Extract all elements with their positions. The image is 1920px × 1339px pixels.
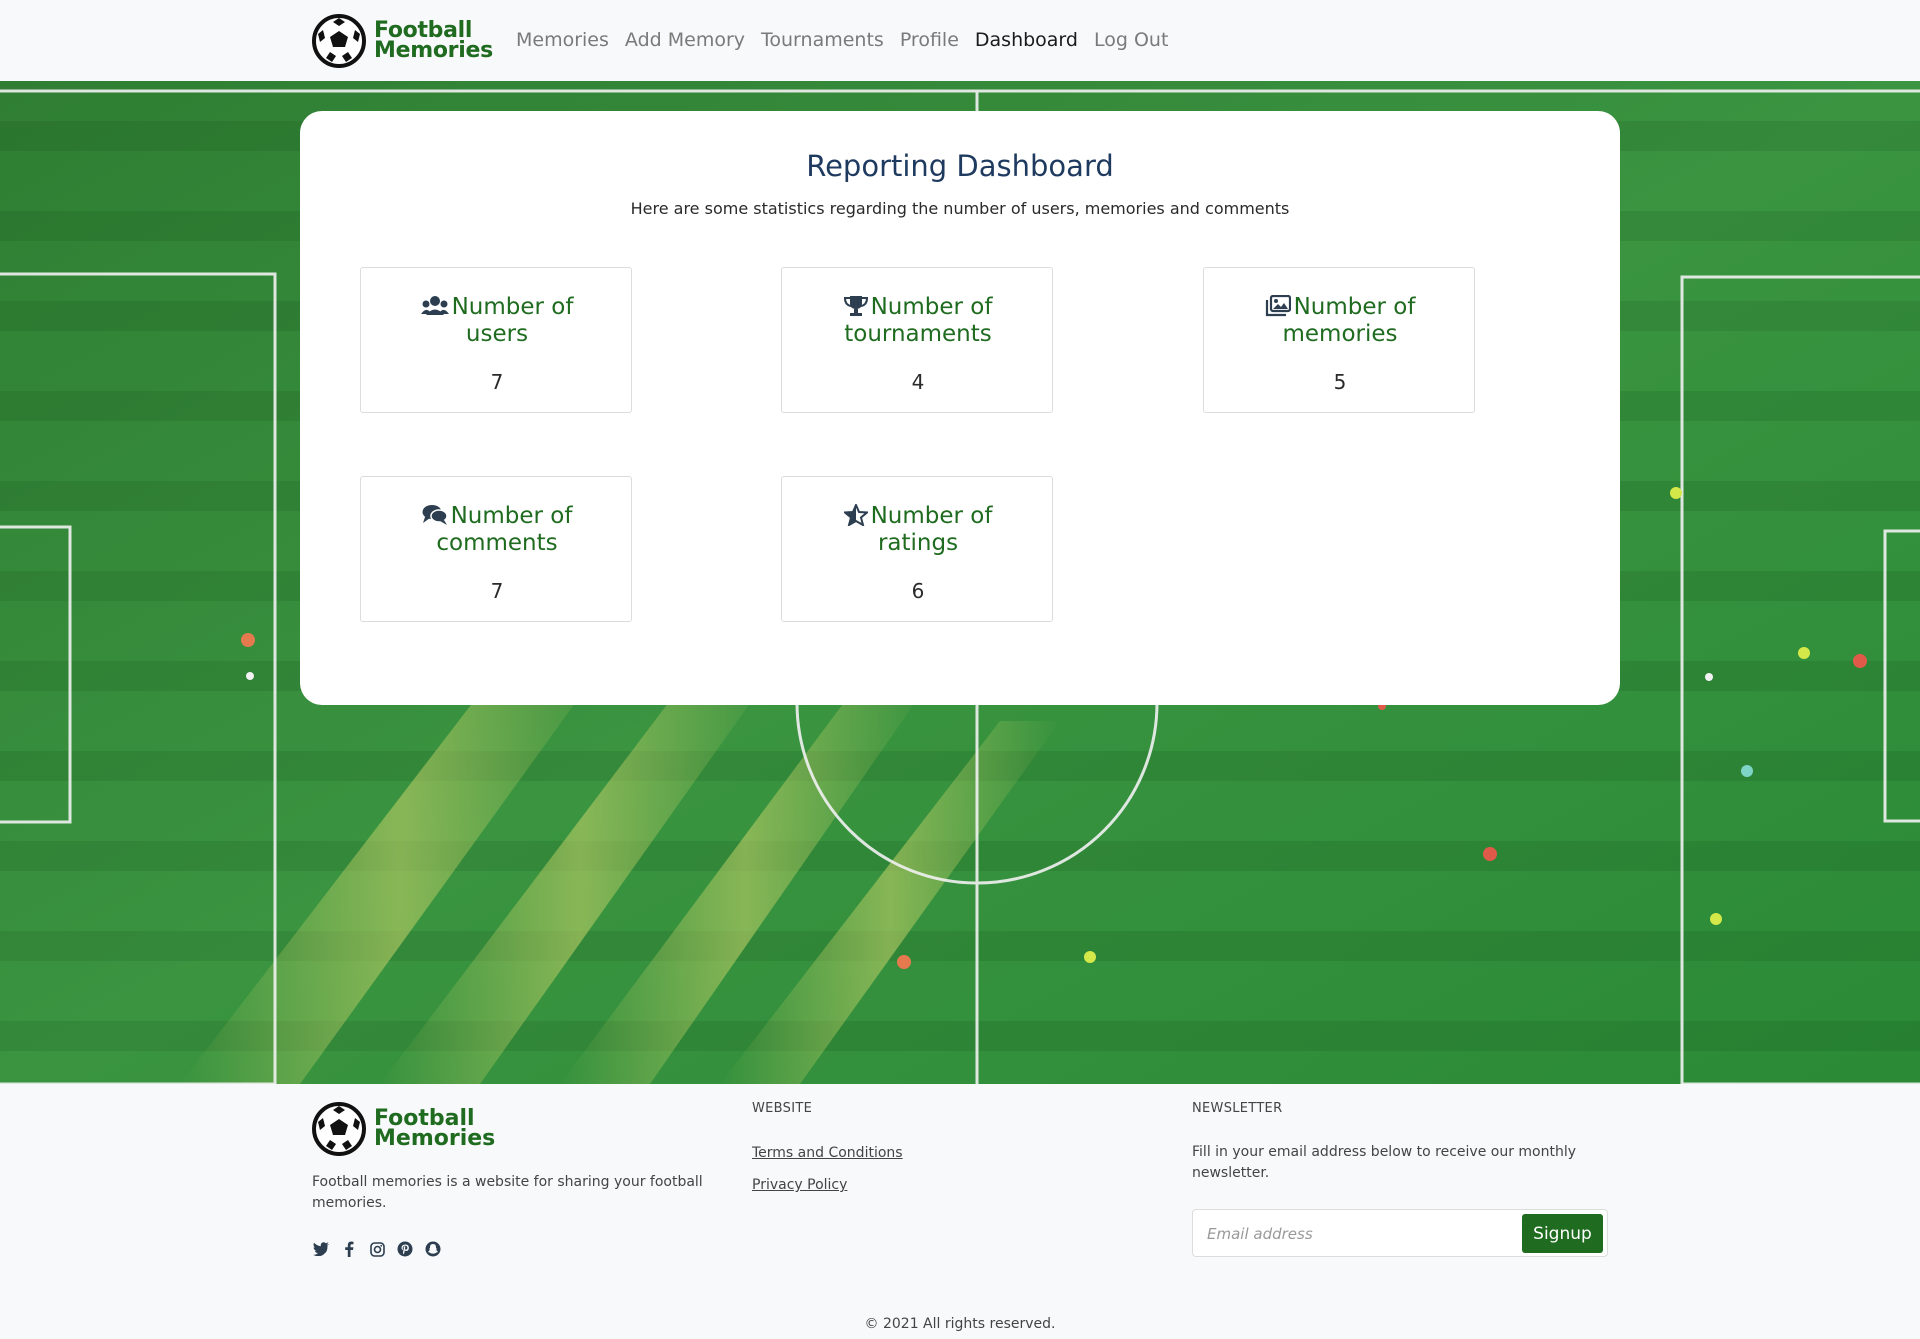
stat-ratings-value: 6 [911, 579, 925, 603]
nav-tournaments[interactable]: Tournaments [761, 27, 884, 53]
stat-tournaments-line1: Number of [870, 294, 993, 320]
stat-comments-line1: Number of [450, 503, 573, 529]
stat-tournaments-line2: tournaments [844, 321, 992, 347]
twitter-icon[interactable] [312, 1240, 330, 1258]
email-input[interactable] [1207, 1220, 1507, 1248]
main-nav: Memories Add Memory Tournaments Profile … [516, 27, 1184, 53]
stat-card-memories: Number of memories 5 [1203, 267, 1475, 413]
terms-link[interactable]: Terms and Conditions [752, 1145, 903, 1161]
page-subtitle: Here are some statistics regarding the n… [630, 199, 1290, 218]
football-icon [312, 14, 366, 68]
stat-users-line1: Number of [451, 294, 574, 320]
dashboard-panel: Reporting Dashboard Here are some statis… [300, 111, 1620, 705]
stat-card-comments: Number of comments 7 [360, 476, 632, 622]
images-icon [1265, 295, 1291, 317]
newsletter-text: Fill in your email address below to rece… [1192, 1144, 1577, 1181]
stat-ratings-line1: Number of [870, 503, 993, 529]
stat-comments-value: 7 [490, 579, 504, 603]
stat-card-ratings: Number of ratings 6 [781, 476, 1053, 622]
stat-memories-line1: Number of [1293, 294, 1416, 320]
privacy-link[interactable]: Privacy Policy [752, 1177, 847, 1193]
signup-button[interactable]: Signup [1522, 1214, 1603, 1253]
stat-memories-line2: memories [1282, 321, 1398, 347]
stat-tournaments-value: 4 [911, 370, 925, 394]
pinterest-icon[interactable] [396, 1240, 414, 1258]
brand-line-2: Memories [374, 38, 493, 63]
star-half-icon [843, 504, 868, 526]
stat-memories-value: 5 [1333, 370, 1347, 394]
brand-logo[interactable]: Football Memories [312, 14, 493, 68]
footer: Football Memories Football memories is a… [0, 1084, 1920, 1339]
stat-ratings-line2: ratings [877, 530, 959, 556]
stat-card-users: Number of users 7 [360, 267, 632, 413]
nav-log-out[interactable]: Log Out [1094, 27, 1168, 53]
social-links [312, 1240, 452, 1258]
facebook-icon[interactable] [340, 1240, 358, 1258]
newsletter-heading: NEWSLETTER [1192, 1101, 1283, 1116]
footer-description: Football memories is a website for shari… [312, 1174, 703, 1211]
stat-comments-line2: comments [436, 530, 558, 556]
copyright: © 2021 All rights reserved. [864, 1316, 1056, 1332]
comments-icon [422, 505, 448, 525]
snapchat-icon[interactable] [424, 1240, 442, 1258]
football-icon [312, 1102, 366, 1156]
nav-add-memory[interactable]: Add Memory [625, 27, 745, 53]
stat-card-tournaments: Number of tournaments 4 [781, 267, 1053, 413]
instagram-icon[interactable] [368, 1240, 386, 1258]
trophy-icon [843, 296, 868, 316]
footer-brand-line-2: Memories [374, 1126, 496, 1151]
footer-brand-logo[interactable]: Football Memories [312, 1102, 495, 1156]
page-title: Reporting Dashboard [806, 149, 1114, 183]
nav-profile[interactable]: Profile [900, 27, 959, 53]
users-icon [420, 296, 449, 315]
nav-memories[interactable]: Memories [516, 27, 609, 53]
website-heading: WEBSITE [752, 1101, 813, 1116]
newsletter-form: Signup [1192, 1209, 1608, 1257]
navbar: Football Memories Memories Add Memory To… [0, 0, 1920, 81]
nav-dashboard[interactable]: Dashboard [975, 27, 1078, 53]
stat-users-value: 7 [490, 370, 504, 394]
stat-users-line2: users [465, 321, 529, 347]
